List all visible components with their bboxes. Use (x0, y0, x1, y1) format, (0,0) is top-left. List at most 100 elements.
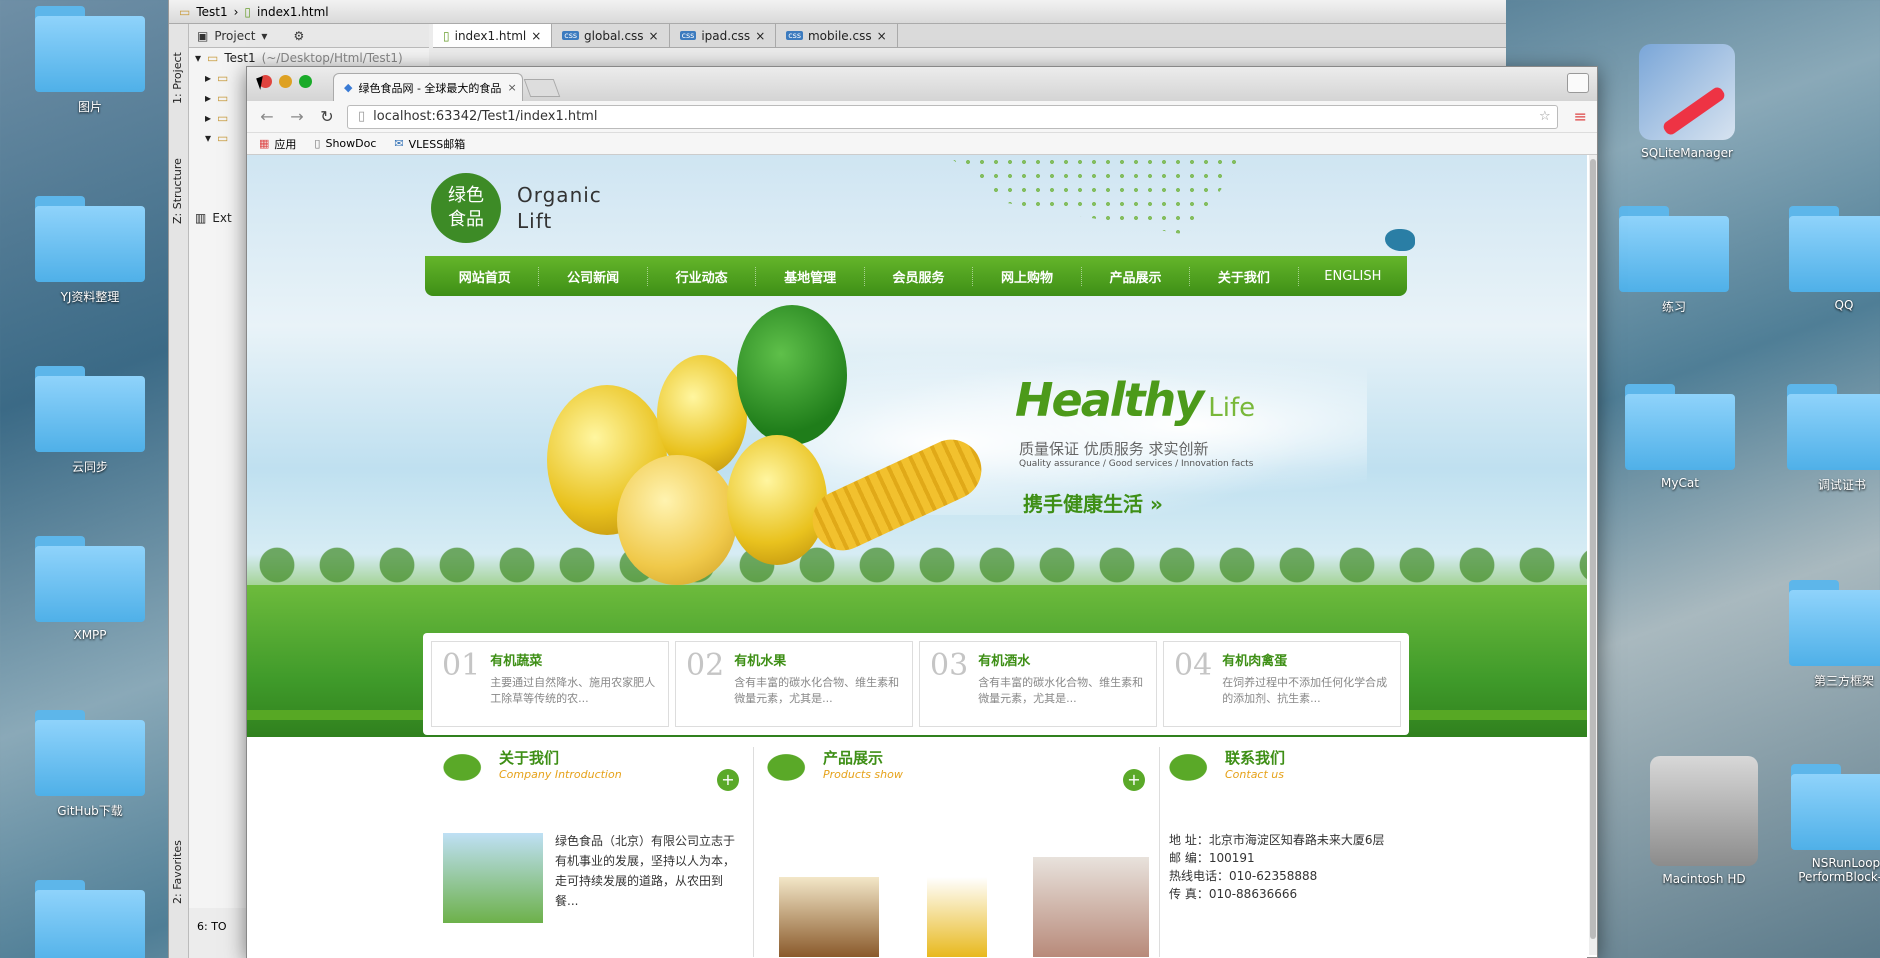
leaf-icon (443, 747, 491, 781)
address-bar[interactable]: ▯ localhost:63342/Test1/index1.html ☆ (347, 104, 1558, 129)
ide-bottom-tool[interactable]: 6: TO (197, 920, 227, 933)
products-more-button[interactable]: + (1123, 769, 1145, 791)
tab-ipad-css[interactable]: css ipad.css × (670, 24, 777, 47)
forward-icon[interactable]: → (287, 107, 307, 126)
html-file-icon: ▯ (244, 4, 252, 19)
bookmark-showdoc[interactable]: ▯ ShowDoc (314, 137, 376, 150)
tab-index1-html[interactable]: ▯ index1.html × (433, 24, 553, 47)
hero-cta-link[interactable]: 携手健康生活 » (1023, 488, 1163, 517)
desktop-icon-third-party[interactable]: 第三方框架 (1774, 580, 1880, 689)
desktop-icon-mycat[interactable]: MyCat (1610, 384, 1750, 490)
folder-icon: ▭ (217, 111, 229, 125)
feature-item[interactable]: 02 有机水果 含有丰富的碳水化合物、维生素和微量元素，尤其是... (675, 641, 913, 727)
product-image[interactable] (1033, 857, 1149, 957)
desktop-icon-left-bottom[interactable] (20, 880, 160, 958)
folder-icon (31, 6, 149, 92)
bookmark-apps[interactable]: ▦ 应用 (259, 136, 296, 152)
close-tab-icon[interactable]: × (507, 81, 516, 94)
feature-item[interactable]: 01 有机蔬菜 主要通过自然降水、施用农家肥人工除草等传统的农... (431, 641, 669, 727)
browser-titlebar: ◆ 绿色食品网 - 全球最大的食品 × (247, 67, 1597, 101)
profile-icon[interactable] (1567, 73, 1589, 93)
folder-icon: ▭ (217, 71, 229, 85)
site-logo[interactable]: 绿色 食品 Organic Lift (431, 173, 602, 243)
desktop-icon-github[interactable]: GitHub下载 (20, 710, 160, 819)
desktop-icon-cloud[interactable]: 云同步 (20, 366, 160, 475)
back-icon[interactable]: ← (257, 107, 277, 126)
tab-mobile-css[interactable]: css mobile.css × (776, 24, 898, 47)
nav-industry[interactable]: 行业动态 (648, 266, 757, 286)
folder-icon (31, 710, 149, 796)
menu-icon[interactable]: ≡ (1574, 107, 1587, 126)
browser-tab[interactable]: ◆ 绿色食品网 - 全球最大的食品 × (333, 73, 523, 101)
favicon-icon: ◆ (344, 81, 353, 94)
favorites-tool-tab[interactable]: 2: Favorites (171, 840, 184, 904)
zoom-window-button[interactable] (299, 75, 312, 88)
structure-tool-tab[interactable]: Z: Structure (171, 158, 184, 224)
apps-grid-icon: ▦ (259, 137, 270, 150)
contact-address: 地 址：北京市海淀区知春路未来大厦6层 (1169, 833, 1385, 847)
breadcrumb-project[interactable]: Test1 (196, 5, 227, 19)
nav-home[interactable]: 网站首页 (431, 266, 540, 286)
desktop-icon-qq[interactable]: QQ (1774, 206, 1880, 312)
divider (753, 747, 754, 957)
feature-item[interactable]: 03 有机酒水 含有丰富的碳水化合物、维生素和微量元素，尤其是... (919, 641, 1157, 727)
breadcrumb-file[interactable]: index1.html (257, 5, 329, 19)
page-icon: ▯ (358, 109, 366, 124)
page-icon: ▯ (314, 137, 321, 150)
desktop-icon-nsrunloop[interactable]: NSRunLoop PerformBlock-m (1776, 764, 1880, 884)
product-image[interactable] (927, 877, 987, 957)
bookmark-star-icon[interactable]: ☆ (1539, 109, 1551, 124)
folder-icon (31, 880, 149, 958)
bird-decoration (1385, 229, 1415, 251)
page-scrollbar[interactable] (1589, 155, 1597, 955)
minimize-window-button[interactable] (279, 75, 292, 88)
close-icon[interactable]: × (531, 29, 541, 43)
folder-icon: ▭ (207, 51, 219, 65)
desktop-icon-practice[interactable]: 练习 (1604, 206, 1744, 315)
close-icon[interactable]: × (877, 29, 887, 43)
tree-root[interactable]: ▾ ▭ Test1 (~/Desktop/Html/Test1) (189, 48, 429, 68)
feature-boxes: 01 有机蔬菜 主要通过自然降水、施用农家肥人工除草等传统的农... 02 有机水… (423, 633, 1409, 735)
scrollbar-thumb[interactable] (1590, 159, 1596, 939)
feature-item[interactable]: 04 有机肉禽蛋 在饲养过程中不添加任何化学合成的添加剂、抗生素... (1163, 641, 1401, 727)
contact-phone: 热线电话：010-62358888 (1169, 869, 1318, 883)
tab-global-css[interactable]: css global.css × (552, 24, 670, 47)
project-tool-tab[interactable]: 1: Project (171, 52, 184, 104)
new-tab-button[interactable] (523, 79, 561, 97)
ide-tool-strip: 1: Project Z: Structure 2: Favorites (169, 24, 189, 958)
desktop-icon-debug-cert[interactable]: 调试证书 (1772, 384, 1880, 493)
bookmarks-bar: ▦ 应用 ▯ ShowDoc ✉ VLESS邮箱 (247, 133, 1597, 155)
reload-icon[interactable]: ↻ (317, 107, 337, 126)
contact-header: 联系我们 Contact us (1169, 747, 1285, 781)
nav-base[interactable]: 基地管理 (756, 266, 865, 286)
hero-heading: Healthy Life (1015, 373, 1256, 427)
desktop-icon-xmpp[interactable]: XMPP (20, 536, 160, 642)
chevron-down-icon[interactable]: ▾ (261, 29, 267, 43)
nav-member[interactable]: 会员服务 (865, 266, 974, 286)
folder-icon (31, 366, 149, 452)
bookmark-vless[interactable]: ✉ VLESS邮箱 (394, 136, 465, 152)
close-icon[interactable]: × (649, 29, 659, 43)
desktop-icon-sqlitemanager[interactable]: SQLiteManager (1617, 44, 1757, 160)
desktop-icon-macintosh-hd[interactable]: Macintosh HD (1634, 756, 1774, 886)
nav-shop[interactable]: 网上购物 (973, 266, 1082, 286)
nav-company-news[interactable]: 公司新闻 (539, 266, 648, 286)
desktop-icon-pictures[interactable]: 图片 (20, 6, 160, 115)
desktop-icon-yj[interactable]: YJ资料整理 (20, 196, 160, 305)
project-selector[interactable]: Project (214, 29, 255, 43)
nav-about[interactable]: 关于我们 (1190, 266, 1299, 286)
project-icon: ▣ (197, 28, 209, 43)
sqlitemanager-app-icon (1639, 44, 1735, 140)
product-image[interactable] (779, 877, 879, 957)
nav-products[interactable]: 产品展示 (1082, 266, 1191, 286)
contact-fax: 传 真：010-88636666 (1169, 887, 1298, 901)
nav-english[interactable]: ENGLISH (1299, 269, 1407, 284)
about-header: 关于我们 Company Introduction (443, 747, 622, 781)
folder-icon (1615, 206, 1733, 292)
settings-icon[interactable]: ⚙ (293, 29, 304, 43)
about-more-button[interactable]: + (717, 769, 739, 791)
browser-toolbar: ← → ↻ ▯ localhost:63342/Test1/index1.htm… (247, 101, 1597, 133)
close-icon[interactable]: × (755, 29, 765, 43)
mail-icon: ✉ (394, 137, 404, 150)
project-panel-header: ▣ Project ▾ ⚙ (189, 24, 429, 48)
